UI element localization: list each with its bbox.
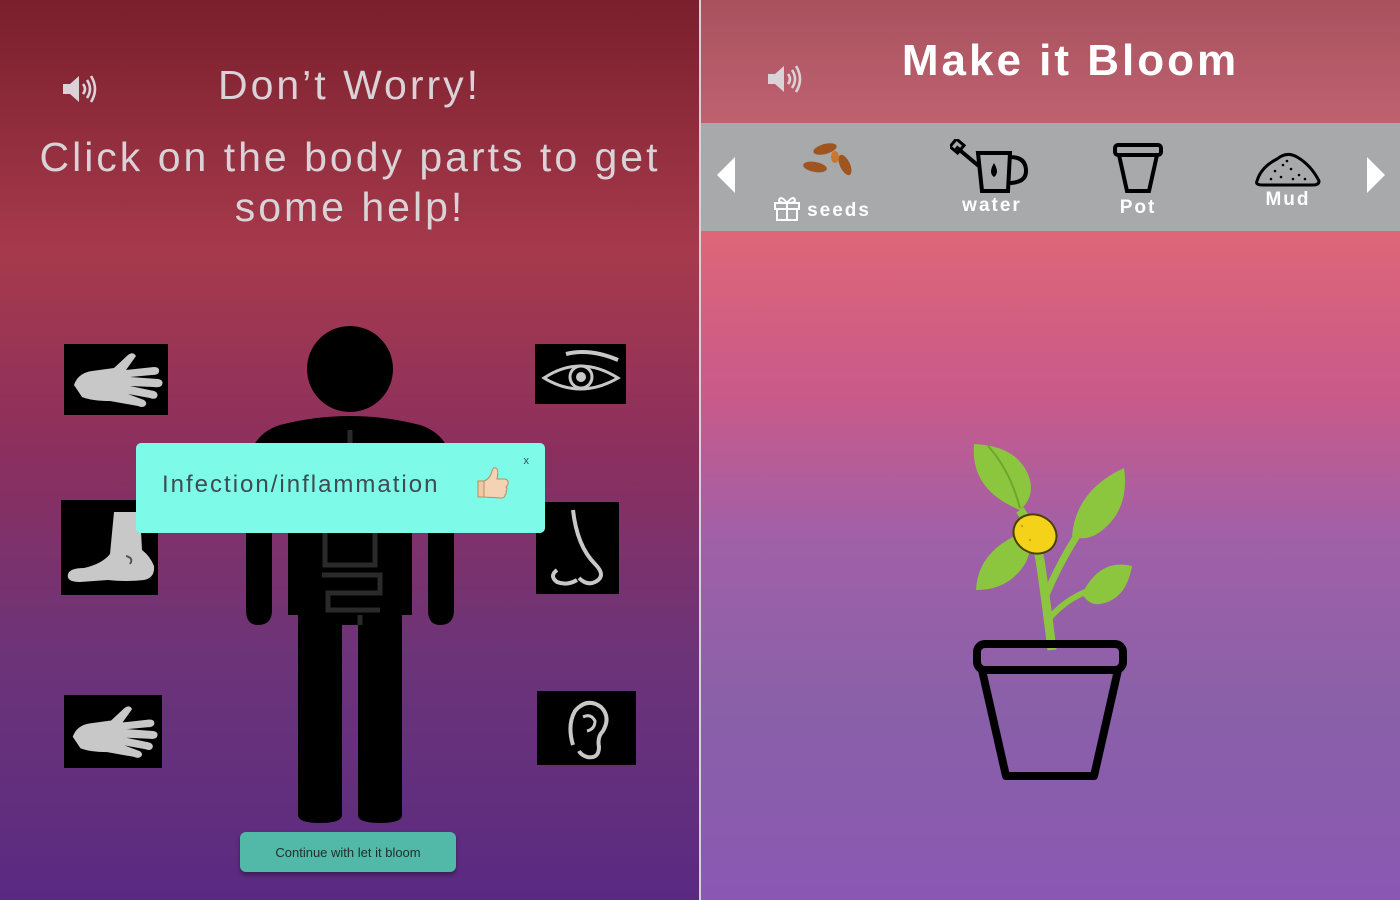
page-subtitle: Click on the body parts to get some help… [39, 134, 661, 230]
popup-text: Infection/inflammation [162, 471, 440, 498]
seeds-icon [767, 139, 877, 191]
mud-pile-icon [1233, 139, 1343, 189]
tool-label-mud: Mud [1265, 189, 1311, 210]
body-help-screen: Don’t Worry! Click on the body parts to … [0, 0, 699, 900]
toolbar-item-mud[interactable]: Mud [1233, 139, 1343, 211]
hand-icon[interactable] [64, 344, 168, 415]
info-popup: Infection/inflammation x [136, 443, 545, 533]
continue-button[interactable]: Continue with let it bloom [240, 832, 456, 872]
pot-icon [1083, 139, 1193, 197]
tool-label-seeds: seeds [807, 199, 871, 221]
gift-icon [773, 195, 801, 226]
page-title: Make it Bloom [901, 36, 1240, 85]
thumbs-up-icon [474, 465, 510, 501]
nose-icon[interactable] [536, 502, 619, 594]
arrow-right-icon[interactable] [1365, 155, 1387, 195]
popup-close-button[interactable]: x [524, 455, 530, 467]
tool-label-water: water [962, 195, 1022, 216]
ear-icon[interactable] [537, 691, 636, 765]
potted-lemon-plant-icon [960, 440, 1140, 790]
toolbar-item-pot[interactable]: Pot [1083, 139, 1193, 219]
tool-label-pot: Pot [1119, 197, 1157, 218]
page-title: Don’t Worry! [217, 62, 482, 108]
hand-icon[interactable] [64, 695, 162, 768]
toolbar-item-water[interactable]: water [937, 136, 1047, 217]
human-body-figure[interactable] [240, 325, 460, 825]
watering-can-icon [937, 136, 1047, 195]
arrow-left-icon[interactable] [715, 155, 737, 195]
eye-icon[interactable] [535, 344, 626, 404]
item-toolbar: seeds water Pot Mud [701, 123, 1400, 231]
toolbar-item-seeds[interactable]: seeds [767, 139, 877, 226]
